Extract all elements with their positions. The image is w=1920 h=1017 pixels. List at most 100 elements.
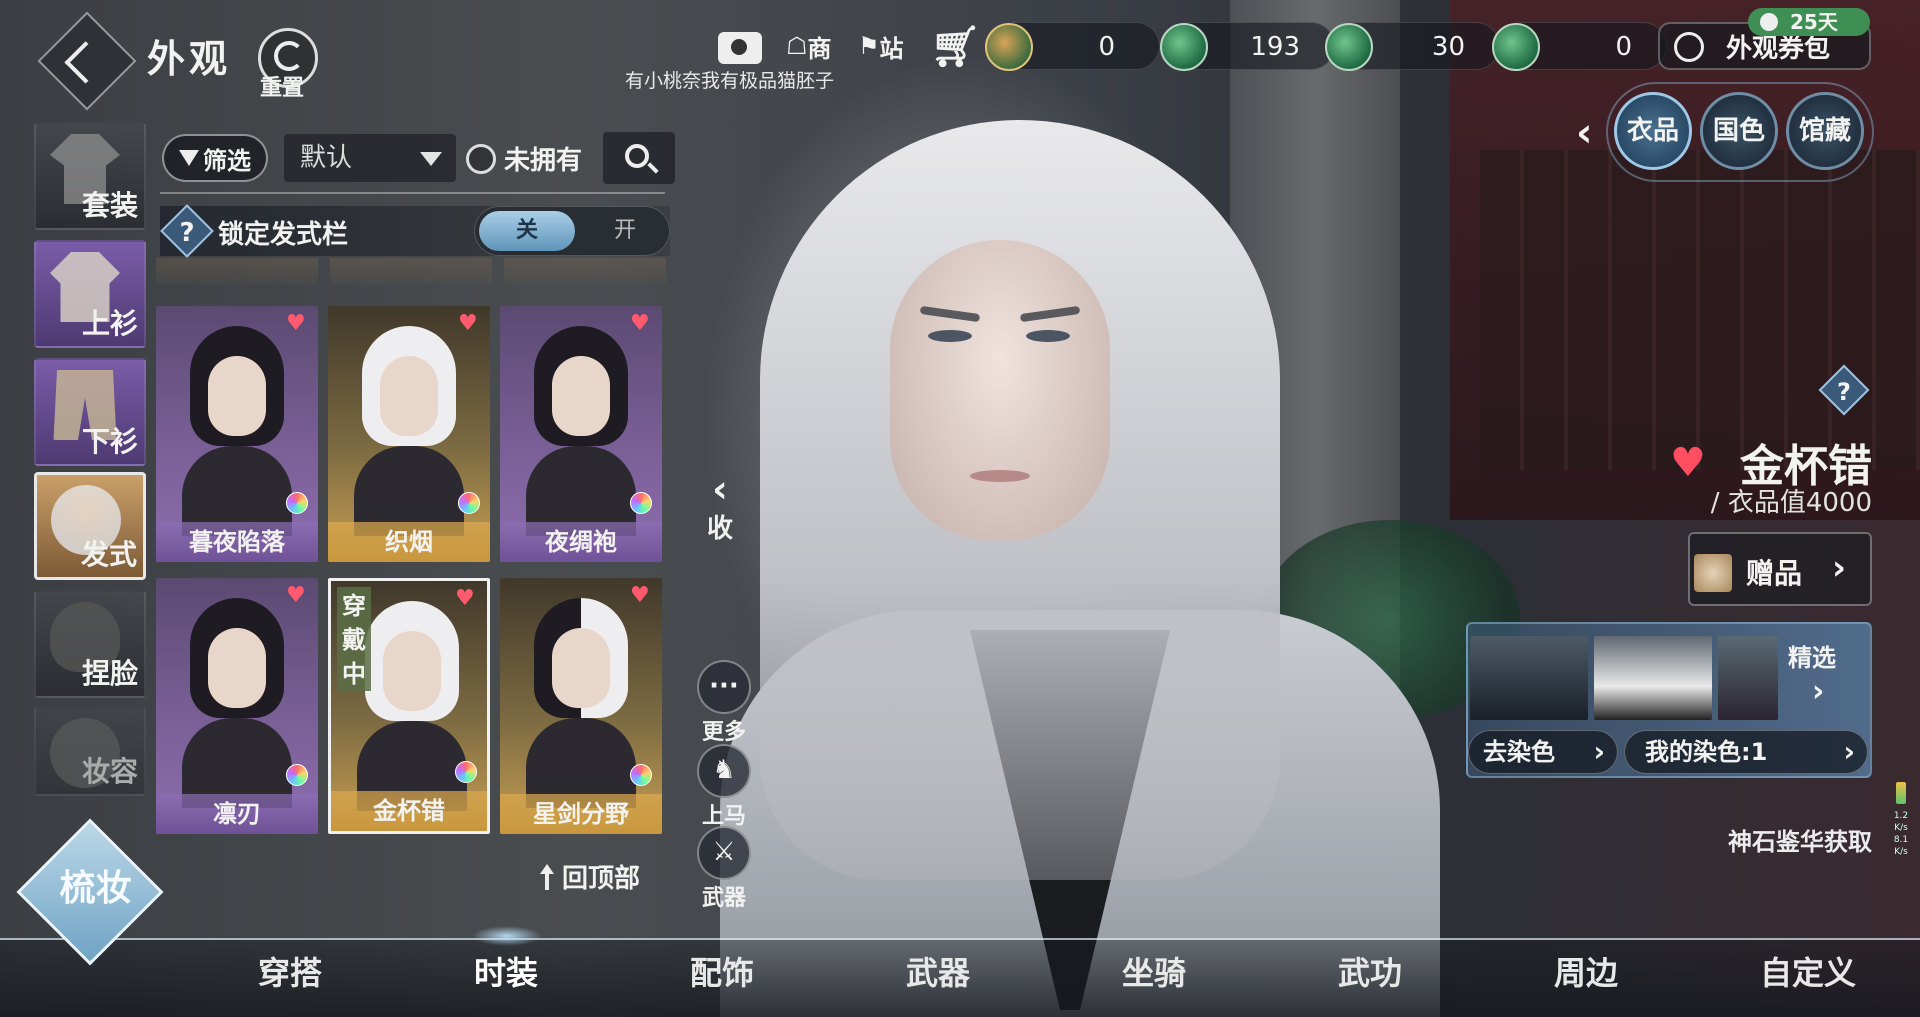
category-label: 下衫 [81,425,138,458]
toggle-off[interactable]: 关 [479,211,575,251]
category-bottom[interactable]: 下衫 [34,358,146,466]
sort-select[interactable]: 默认 [284,134,456,182]
active-tab-glow [472,926,542,946]
filter-label: 筛选 [203,146,251,175]
gift-label: 赠品 [1746,557,1803,590]
category-hairstyle[interactable]: 发式 [34,472,146,580]
weapon-button[interactable]: ⚔ 武器 [692,826,756,912]
mount-button[interactable]: ♞ 上马 [692,744,756,830]
nav-custom[interactable]: 自定义 [1760,948,1856,994]
lock-toggle[interactable]: 关 开 [474,206,670,256]
green-jade-icon [1160,23,1208,71]
dye-preview-thumb[interactable] [1594,636,1712,720]
cart-icon[interactable]: 🛒︎ [930,24,981,70]
hairstyle-card[interactable]: ♥ 织烟 [328,306,490,562]
filter-button[interactable]: 筛选 [162,134,268,182]
currency-green-jade[interactable]: 193 [1160,22,1335,71]
gift-button[interactable]: 赠品 › [1688,532,1872,606]
station-button[interactable]: ⚑ 站 [858,26,904,66]
dye-icon [455,761,477,783]
unowned-radio[interactable] [466,143,496,174]
hairstyle-card[interactable]: ♥ 暮夜陷落 [156,306,318,562]
unowned-toggle[interactable]: 未拥有 [466,140,582,177]
category-label: 捏脸 [81,657,138,690]
filter-icon [179,150,199,166]
remove-dye-button[interactable]: 去染色 › [1468,730,1618,774]
category-suit[interactable]: 套装 [34,122,146,230]
green-jade-icon [1325,23,1373,71]
nav-weapon[interactable]: 武器 [906,948,970,994]
heart-icon[interactable]: ♥ [286,313,308,335]
hairstyle-portrait [182,326,292,536]
currency-green-jade-3[interactable]: 0 [1492,22,1667,71]
chevron-left-icon: ‹ [712,467,728,511]
hairstyle-portrait [357,601,467,811]
hairstyle-card-selected[interactable]: 穿戴中 ♥ 金杯错 [328,578,490,834]
green-jade-icon [1492,23,1540,71]
heart-icon[interactable]: ♥ [286,585,308,607]
category-label: 妆容 [81,755,138,788]
makeup-label: 梳妆 [59,868,132,910]
category-label: 套装 [81,189,138,222]
horse-icon: ♞ [697,744,751,798]
hairstyle-name: 织烟 [328,522,490,562]
currency-value: 193 [1250,32,1300,62]
page-title: 外观 [147,37,232,81]
previous-row-peek [156,258,666,284]
category-label: 发式 [80,538,137,571]
back-to-top-label: 回顶部 [562,864,641,894]
my-dye-label: 我的染色:1 [1645,738,1768,766]
tab-clothing-grade[interactable]: 衣品 [1614,92,1692,170]
category-face[interactable]: 捏脸 [34,590,146,698]
hairstyle-card[interactable]: ♥ 星剑分野 [500,578,662,834]
remove-dye-label: 去染色 [1483,738,1555,766]
dye-preview-thumb[interactable] [1718,636,1778,720]
nav-martial-arts[interactable]: 武功 [1338,948,1402,994]
my-dye-button[interactable]: 我的染色:1 › [1624,730,1868,774]
hairstyle-card[interactable]: ♥ 凛刃 [156,578,318,834]
hairstyle-name: 夜绸袍 [500,522,662,562]
back-to-top-button[interactable]: 回顶部 [540,858,640,895]
chevron-right-icon[interactable]: › [1812,674,1824,709]
category-makeup[interactable]: 妆容 [34,706,146,796]
heart-icon[interactable]: ♥ [1670,440,1706,486]
tab-collection[interactable]: 馆藏 [1786,92,1864,170]
sort-value: 默认 [300,143,353,173]
dye-icon [630,764,652,786]
lock-hairstyle-label: 锁定发式栏 [218,220,349,250]
camera-icon[interactable] [718,32,762,64]
more-button[interactable]: ··· 更多 [692,660,756,746]
shop-button[interactable]: ☖ 商 [786,26,832,66]
currency-gold-jade[interactable]: 0 [985,22,1160,71]
unowned-label: 未拥有 [504,146,583,176]
category-top[interactable]: 上衫 [34,240,146,348]
chevron-left-icon[interactable]: ‹ [1576,110,1592,156]
gift-thumbnail [1694,554,1732,592]
arrow-up-icon [540,863,554,890]
nav-mount[interactable]: 坐骑 [1122,948,1186,994]
nav-outfit[interactable]: 穿搭 [258,948,322,994]
collapse-label: 收 [706,514,733,544]
currency-green-jade-2[interactable]: 30 [1325,22,1500,71]
featured-label[interactable]: 精选 [1788,638,1836,673]
nav-fashion[interactable]: 时装 [474,948,538,994]
heart-icon[interactable]: ♥ [458,313,480,335]
collapse-button[interactable]: ‹ 收 [700,470,740,545]
help-icon: ? [179,217,195,248]
chevron-right-icon: › [1843,735,1855,768]
days-label: 25天 [1790,10,1838,34]
search-button[interactable] [603,132,675,184]
tab-national-color[interactable]: 国色 [1700,92,1778,170]
gender-icon [1674,32,1704,62]
character-preview[interactable] [720,90,1440,1017]
nav-accessory[interactable]: 配饰 [690,948,754,994]
reset-label: 重置 [260,76,305,101]
hairstyle-card[interactable]: ♥ 夜绸袍 [500,306,662,562]
heart-icon[interactable]: ♥ [455,588,477,610]
help-button[interactable]: ? [160,204,214,258]
toggle-on[interactable]: 开 [585,211,665,251]
heart-icon[interactable]: ♥ [630,313,652,335]
heart-icon[interactable]: ♥ [630,585,652,607]
dye-preview-thumb[interactable] [1470,636,1588,720]
nav-peripheral[interactable]: 周边 [1554,948,1618,994]
